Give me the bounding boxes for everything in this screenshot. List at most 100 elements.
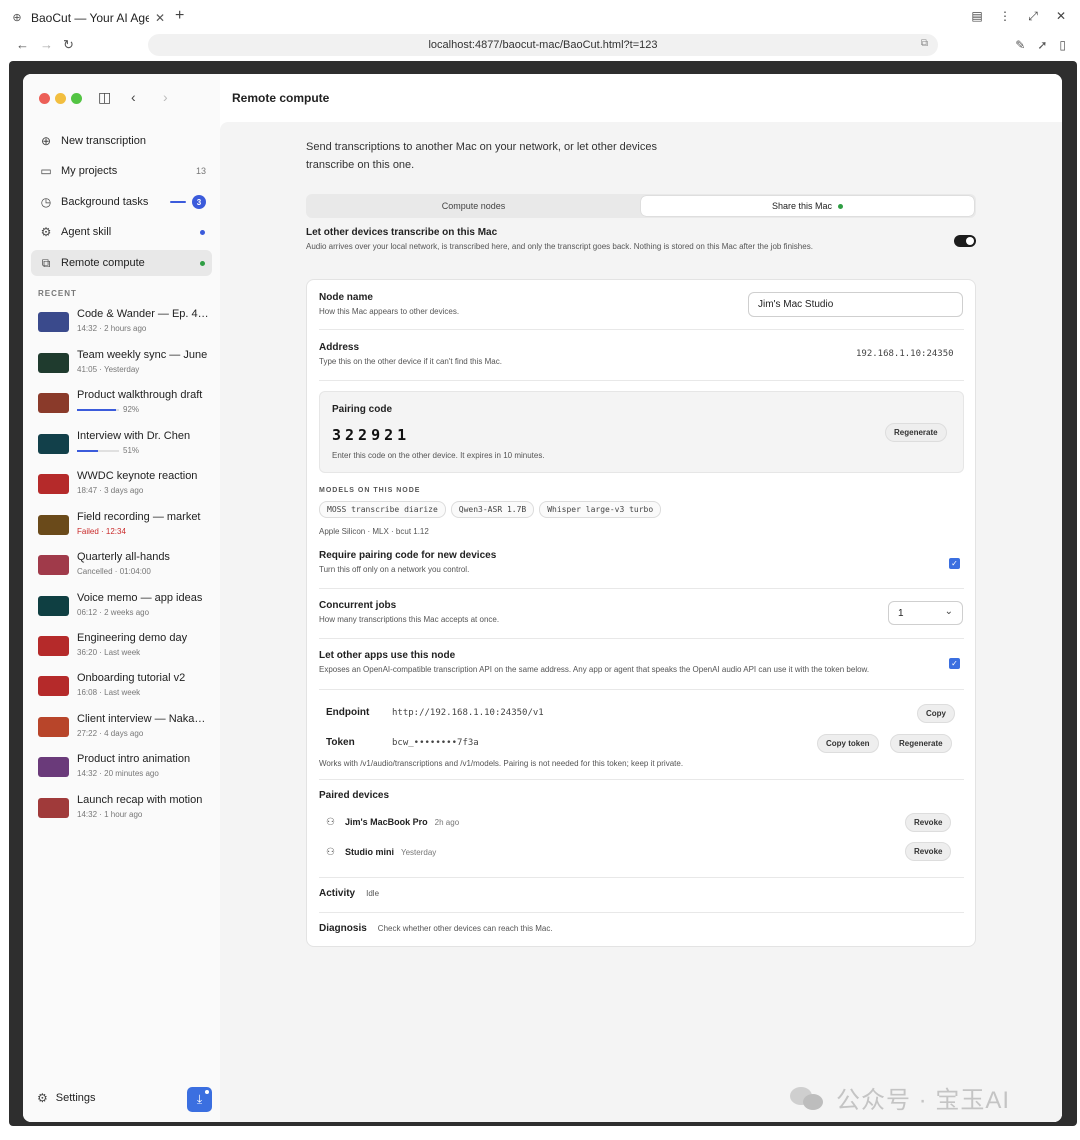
cursor-icon[interactable]: ➚ [1037, 38, 1047, 52]
edit-icon[interactable]: ✎ [1015, 38, 1025, 52]
pairing-code: 322921 [332, 426, 411, 444]
download-button[interactable]: ⤓ [187, 1087, 212, 1112]
recent-thumbnail [38, 353, 69, 373]
sidebar-item-agent-skill[interactable]: ⚙ Agent skill [31, 219, 212, 245]
settings-button[interactable]: ⚙ Settings [37, 1091, 96, 1105]
sidebar-item-background-tasks[interactable]: ◷ Background tasks 3 [31, 189, 212, 215]
sidebar-item-remote-compute[interactable]: ⧉ Remote compute [31, 250, 212, 276]
recent-item-meta: 14:32 · 20 minutes ago [77, 769, 159, 778]
maximize-icon[interactable]: ⤢ [1026, 9, 1040, 24]
recent-item-title: Field recording — market [77, 511, 201, 523]
recent-item[interactable]: Team weekly sync — June 41:05 · Yesterday [38, 349, 214, 387]
device-icon[interactable]: ▯ [1059, 38, 1066, 52]
clock-icon: ◷ [40, 195, 52, 209]
zoom-window-button[interactable] [71, 93, 82, 104]
tab-compute-nodes[interactable]: Compute nodes [308, 196, 639, 216]
revoke-device-button[interactable]: Revoke [905, 842, 952, 861]
browser-tab[interactable]: ⊕ BaoCut — Your AI Agent ✕ [9, 4, 171, 31]
concurrent-jobs-select[interactable]: 1 ⌄ [888, 601, 963, 625]
regenerate-token-button[interactable]: Regenerate [890, 734, 952, 753]
revoke-device-button[interactable]: Revoke [905, 813, 952, 832]
folder-icon: ▭ [40, 164, 52, 178]
sidebar-item-my-projects[interactable]: ▭ My projects 13 [31, 158, 212, 184]
model-chips: MOSS transcribe diarize Qwen3-ASR 1.7B W… [319, 501, 662, 518]
pairing-description: Enter this code on the other device. It … [332, 451, 545, 460]
other-apps-checkbox[interactable]: ✓ [949, 658, 960, 669]
recent-item[interactable]: Field recording — market Failed · 12:34 [38, 511, 214, 549]
recent-item[interactable]: Voice memo — app ideas 06:12 · 2 weeks ag… [38, 592, 214, 630]
share-toggle-row: Let other devices transcribe on this Mac… [306, 227, 978, 251]
progress-percent: 51% [123, 446, 140, 455]
regenerate-code-button[interactable]: Regenerate [885, 423, 947, 442]
device-name: Jim's MacBook Pro [345, 817, 428, 827]
progress-bar [77, 449, 119, 452]
page-title: Remote compute [232, 91, 330, 105]
address-value: 192.168.1.10:24350 [856, 349, 954, 359]
diagnosis-row[interactable]: Diagnosis Check whether other devices ca… [319, 923, 553, 934]
recent-item[interactable]: Interview with Dr. Chen 51% [38, 430, 214, 468]
recent-item[interactable]: Onboarding tutorial v2 16:08 · Last week [38, 672, 214, 710]
node-name-input[interactable]: Jim's Mac Studio [748, 292, 963, 317]
token-value: bcw_••••••••7f3a [392, 738, 479, 748]
person-icon: ⚇ [326, 846, 335, 858]
tasks-badge: 3 [192, 195, 206, 209]
notification-dot [205, 1090, 209, 1094]
remote-icon: ⧉ [41, 255, 51, 270]
copy-endpoint-button[interactable]: Copy [917, 704, 955, 723]
other-apps-row: Let other apps use this node Exposes an … [319, 650, 964, 674]
recent-item[interactable]: Client interview — Nakamura 27:22 · 4 day… [38, 713, 214, 751]
status-dot [200, 229, 205, 235]
recent-item[interactable]: Quarterly all-hands Cancelled · 01:04:00 [38, 551, 214, 589]
status-dot [838, 203, 844, 209]
minimize-window-button[interactable] [55, 93, 66, 104]
watermark-text: 公众号 · 宝玉AI [836, 1087, 1011, 1114]
recent-item[interactable]: Code & Wander — Ep. 42 — 14:32 · 2 hours … [38, 308, 214, 346]
recent-item[interactable]: Engineering demo day 36:20 · Last week [38, 632, 214, 670]
recent-item[interactable]: Product intro animation 14:32 · 20 minute… [38, 753, 214, 791]
recent-item-progress: 51% [77, 446, 157, 455]
recent-item-title: Product intro animation [77, 753, 191, 765]
tab-share-this-mac[interactable]: Share this Mac [641, 196, 974, 216]
tab-search-icon[interactable]: ▤ [970, 9, 984, 24]
open-external-icon[interactable]: ⧉ [921, 38, 928, 49]
forward-icon[interactable]: → [40, 37, 53, 52]
endpoint-label: Endpoint [326, 707, 370, 718]
models-meta: Apple Silicon · MLX · bcut 1.12 [319, 527, 429, 536]
nav-forward-icon[interactable]: › [163, 89, 168, 105]
device-name: Studio mini [345, 847, 394, 857]
recent-item-meta: 41:05 · Yesterday [77, 365, 140, 374]
more-menu-icon[interactable]: ⋮ [998, 9, 1012, 24]
copy-token-button[interactable]: Copy token [817, 734, 879, 753]
reload-icon[interactable]: ↻ [63, 37, 74, 53]
recent-item-meta: 06:12 · 2 weeks ago [77, 608, 150, 617]
recent-item[interactable]: Product walkthrough draft 92% [38, 389, 214, 427]
nav-back-icon[interactable]: ‹ [131, 89, 136, 105]
browser-tab-bar: ⊕ BaoCut — Your AI Agent ✕ + ▤ ⋮ ⤢ ✕ [0, 0, 1080, 33]
token-label: Token [326, 737, 355, 748]
recent-item-meta: 14:32 · 1 hour ago [77, 810, 143, 819]
paired-device-row: ⚇ Studio mini Yesterday [326, 842, 956, 862]
share-toggle[interactable] [954, 235, 976, 247]
sidebar-toggle-icon[interactable]: ◫ [98, 89, 111, 106]
sidebar-item-label: Background tasks [61, 196, 149, 208]
concurrent-jobs-row: Concurrent jobs How many transcriptions … [319, 600, 964, 624]
recent-item-title: Team weekly sync — June [77, 349, 208, 361]
recent-thumbnail [38, 717, 69, 737]
sidebar-item-new-transcription[interactable]: ⊕ New transcription [31, 128, 212, 154]
address-bar[interactable]: localhost:4877/baocut-mac/BaoCut.html?t=… [148, 34, 938, 56]
recent-item[interactable]: Launch recap with motion 14:32 · 1 hour a… [38, 794, 214, 832]
close-window-button[interactable] [39, 93, 50, 104]
recent-thumbnail [38, 636, 69, 656]
recent-item-title: Engineering demo day [77, 632, 188, 644]
back-icon[interactable]: ← [16, 37, 29, 52]
close-tab-icon[interactable]: ✕ [155, 11, 165, 25]
status-dot [200, 260, 205, 266]
activity-row: Activity Idle [319, 888, 379, 899]
recent-item[interactable]: WWDC keynote reaction 18:47 · 3 days ago [38, 470, 214, 508]
require-pairing-checkbox[interactable]: ✓ [949, 558, 960, 569]
new-tab-icon[interactable]: + [175, 7, 184, 25]
endpoint-value: http://192.168.1.10:24350/v1 [392, 708, 544, 718]
close-window-icon[interactable]: ✕ [1054, 9, 1068, 24]
divider [319, 689, 964, 690]
recent-item-title: WWDC keynote reaction [77, 470, 198, 482]
